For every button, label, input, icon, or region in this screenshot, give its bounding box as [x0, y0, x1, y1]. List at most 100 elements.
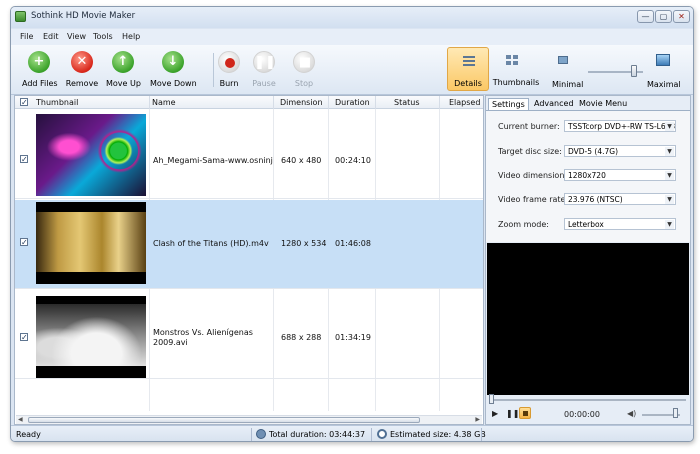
arrow-up-icon: ↑	[112, 51, 134, 73]
burn-button[interactable]: Burn	[216, 51, 242, 88]
toolbar: + Add Files ✕ Remove ↑ Move Up ↓ Move Do…	[11, 45, 693, 95]
move-up-button[interactable]: ↑ Move Up	[106, 51, 141, 88]
thumbnails-view-button[interactable]: Thumbnails	[491, 47, 541, 91]
title-bar: Sothink HD Movie Maker — ▢ ✕	[11, 7, 693, 28]
current-burner-label: Current burner:	[498, 122, 560, 131]
frame-rate-select[interactable]: 23.976 (NTSC) ▼	[564, 193, 676, 205]
zoom-mode-label: Zoom mode:	[498, 220, 549, 229]
details-view-button[interactable]: Details	[447, 47, 489, 91]
settings-form: Current burner: TSSTcorp DVD+-RW TS-L633…	[486, 110, 690, 242]
seek-bar[interactable]	[490, 399, 686, 401]
playback-time: 00:00:00	[564, 410, 600, 419]
row-checkbox[interactable]: ✓	[20, 333, 28, 342]
move-down-button[interactable]: ↓ Move Down	[150, 51, 197, 88]
frame-rate-label: Video frame rate:	[498, 195, 569, 204]
column-dimension[interactable]: Dimension	[280, 98, 323, 107]
menu-view[interactable]: View	[67, 32, 86, 41]
select-all-checkbox[interactable]: ✓	[20, 98, 28, 107]
stop-button[interactable]: ■ Stop	[291, 51, 317, 88]
pause-icon: ❚❚	[253, 51, 276, 73]
add-icon: +	[28, 51, 50, 73]
stop-icon[interactable]	[519, 407, 531, 419]
file-dimension: 1280 x 534	[281, 239, 327, 248]
pause-icon[interactable]: ❚❚	[506, 409, 519, 418]
column-status[interactable]: Status	[394, 98, 420, 107]
file-duration: 00:24:10	[335, 156, 371, 165]
app-window: Sothink HD Movie Maker — ▢ ✕ File Edit V…	[10, 6, 694, 442]
video-thumbnail	[36, 202, 146, 284]
close-button[interactable]: ✕	[673, 10, 690, 23]
list-header: ✓ Thumbnail Name Dimension Duration Stat…	[15, 96, 483, 109]
video-thumbnail	[36, 296, 146, 378]
status-bar: Ready Total duration: 03:44:37 Estimated…	[11, 425, 693, 441]
minimal-size-icon	[558, 56, 568, 64]
file-dimension: 688 x 288	[281, 333, 322, 342]
column-name[interactable]: Name	[152, 98, 176, 107]
dropdown-arrow-icon: ▼	[665, 122, 674, 131]
volume-icon[interactable]: ◀)	[627, 409, 636, 418]
menu-help[interactable]: Help	[122, 32, 140, 41]
video-preview	[487, 243, 689, 395]
disc-size-select[interactable]: DVD-5 (4.7G) ▼	[564, 145, 676, 157]
thumbnail-size-slider-thumb[interactable]	[631, 65, 637, 77]
video-dimension-label: Video dimension:	[498, 171, 568, 180]
total-duration: Total duration: 03:44:37	[269, 430, 366, 439]
minimal-label: Minimal	[552, 80, 584, 89]
tab-movie-menu[interactable]: Movie Menu	[576, 98, 630, 110]
file-duration: 01:46:08	[335, 239, 371, 248]
settings-panel: Settings Advanced Movie Menu Current bur…	[485, 95, 691, 425]
burn-icon	[218, 51, 240, 73]
file-dimension: 640 x 480	[281, 156, 322, 165]
column-elapsed[interactable]: Elapsed	[449, 98, 480, 107]
disc-size-label: Target disc size:	[498, 147, 562, 156]
details-icon	[461, 54, 477, 70]
menu-tools[interactable]: Tools	[93, 32, 113, 41]
dropdown-arrow-icon: ▼	[665, 147, 674, 156]
toolbar-separator	[213, 53, 214, 87]
row-checkbox[interactable]: ✓	[20, 238, 28, 247]
dropdown-arrow-icon: ▼	[665, 195, 674, 204]
volume-slider-thumb[interactable]	[673, 408, 678, 418]
stop-icon: ■	[293, 51, 315, 73]
tab-advanced[interactable]: Advanced	[531, 98, 577, 110]
add-files-button[interactable]: + Add Files	[22, 51, 58, 88]
menu-edit[interactable]: Edit	[43, 32, 59, 41]
arrow-down-icon: ↓	[162, 51, 184, 73]
menu-file[interactable]: File	[20, 32, 33, 41]
file-duration: 01:34:19	[335, 333, 371, 342]
row-checkbox[interactable]: ✓	[20, 155, 28, 164]
menu-bar: File Edit View Tools Help	[11, 29, 693, 45]
seek-bar-thumb[interactable]	[489, 394, 494, 404]
file-name: Clash of the Titans (HD).m4v	[153, 239, 269, 248]
tab-settings[interactable]: Settings	[488, 98, 529, 110]
scroll-left-icon[interactable]: ◀	[18, 416, 23, 423]
horizontal-scrollbar[interactable]: ◀ ▶	[16, 415, 482, 424]
minimize-button[interactable]: —	[637, 10, 654, 23]
play-icon[interactable]: ▶	[492, 409, 498, 418]
dropdown-arrow-icon: ▼	[665, 171, 674, 180]
file-name: Monstros Vs. Alienígenas 2009.avi	[153, 328, 253, 347]
file-name: Ah_Megami-Sama-www.osninj...	[153, 156, 273, 165]
maximize-button[interactable]: ▢	[655, 10, 672, 23]
table-row-selected[interactable]: ✓ Clash of the Titans (HD).m4v 1280 x 53…	[15, 200, 483, 289]
estimated-size: Estimated size: 4.38 GB	[390, 430, 486, 439]
maximal-label: Maximal	[647, 80, 681, 89]
dropdown-arrow-icon: ▼	[665, 220, 674, 229]
zoom-mode-select[interactable]: Letterbox ▼	[564, 218, 676, 230]
pause-button[interactable]: ❚❚ Pause	[251, 51, 277, 88]
column-thumbnail[interactable]: Thumbnail	[36, 98, 78, 107]
scroll-right-icon[interactable]: ▶	[475, 416, 480, 423]
scrollbar-thumb[interactable]	[28, 417, 420, 423]
file-list: ✓ Thumbnail Name Dimension Duration Stat…	[14, 95, 484, 425]
column-duration[interactable]: Duration	[335, 98, 370, 107]
video-dimension-select[interactable]: 1280x720 ▼	[564, 169, 676, 181]
window-title: Sothink HD Movie Maker	[31, 11, 136, 21]
maximal-size-icon	[656, 54, 670, 66]
thumbnails-icon	[504, 53, 520, 69]
remove-icon: ✕	[71, 51, 93, 73]
current-burner-select[interactable]: TSSTcorp DVD+-RW TS-L633... ▼	[564, 120, 676, 132]
remove-button[interactable]: ✕ Remove	[65, 51, 99, 88]
table-row[interactable]: ✓ Monstros Vs. Alienígenas 2009.avi 688 …	[15, 290, 483, 379]
film-icon	[256, 429, 266, 439]
table-row[interactable]: ✓ Ah_Megami-Sama-www.osninj... 640 x 480…	[15, 110, 483, 199]
